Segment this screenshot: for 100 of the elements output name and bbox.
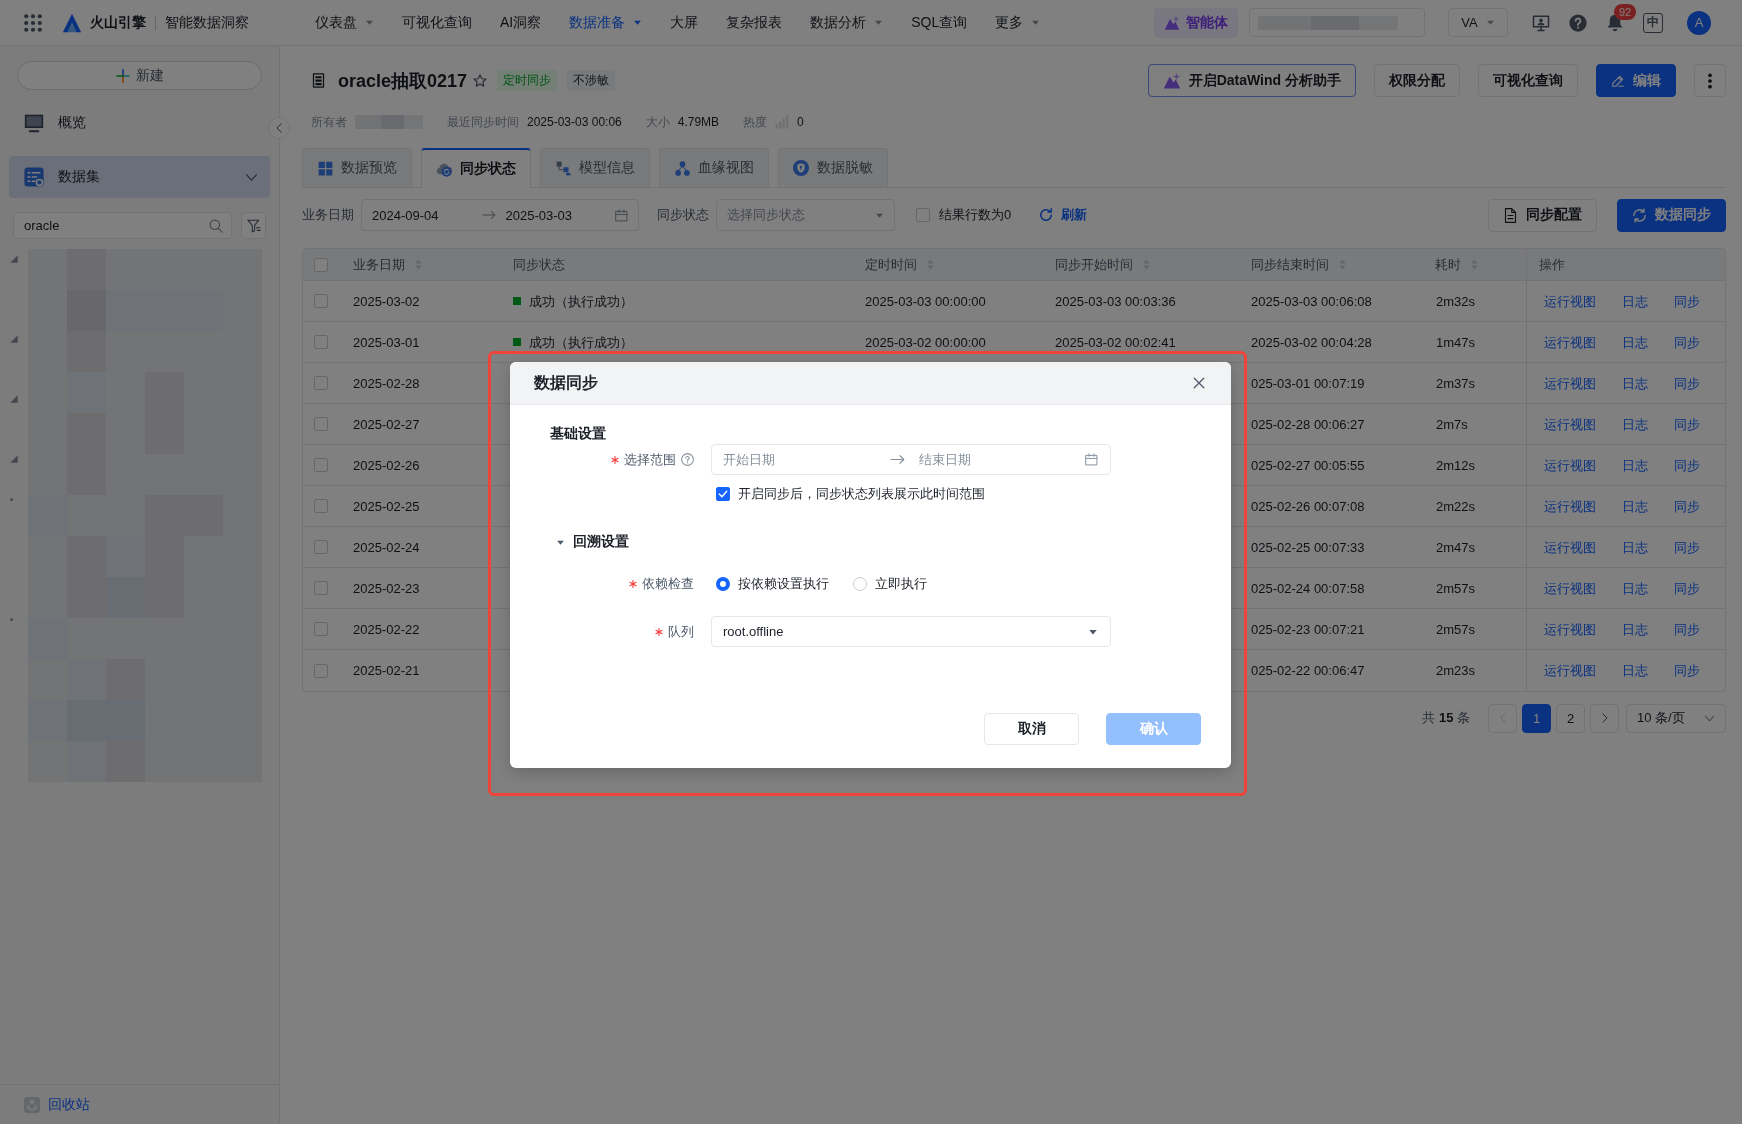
workspace-dropdown[interactable]: VA — [1448, 8, 1508, 37]
language-button[interactable]: 中 — [1643, 12, 1663, 33]
table-cell: 2025-03-03 00:00:00 — [865, 293, 986, 309]
action-link[interactable]: 运行视图 — [1544, 375, 1596, 391]
page-size-select[interactable]: 10 条/页 — [1626, 703, 1726, 733]
nav-item[interactable]: 数据准备 — [569, 13, 643, 32]
more-button[interactable] — [1694, 64, 1726, 97]
search-icon — [209, 218, 224, 233]
action-link[interactable]: 运行视图 — [1544, 334, 1596, 350]
action-link[interactable]: 日志 — [1622, 457, 1648, 473]
avatar[interactable]: A — [1687, 10, 1711, 35]
action-link[interactable]: 日志 — [1622, 580, 1648, 596]
action-link[interactable]: 同步 — [1674, 580, 1700, 596]
nav-item[interactable]: 数据分析 — [810, 13, 884, 32]
checkbox[interactable] — [716, 487, 730, 501]
tab[interactable]: 数据脱敏 — [778, 148, 888, 187]
sync-button[interactable]: 数据同步 — [1617, 198, 1726, 232]
page-button[interactable]: 2 — [1556, 703, 1585, 733]
date-range-field[interactable]: 2024-09-04 2025-03-03 — [361, 199, 639, 231]
meta-label: 大小 — [645, 113, 670, 131]
nav-item[interactable]: 可视化查询 — [402, 13, 472, 32]
brand-name: 火山引擎 — [90, 13, 146, 32]
collapse-button[interactable] — [268, 117, 290, 139]
nav-item[interactable]: 仪表盘 — [315, 13, 374, 32]
action-link[interactable]: 同步 — [1674, 457, 1700, 473]
action-link[interactable]: 日志 — [1622, 416, 1648, 432]
chevron-left-icon — [274, 123, 284, 133]
form-label: 队列 — [668, 622, 694, 641]
radio-button[interactable] — [716, 576, 730, 591]
sidebar-item[interactable]: 概览 — [9, 102, 270, 144]
star-icon[interactable] — [473, 73, 488, 88]
action-link[interactable]: 同步 — [1674, 539, 1700, 555]
nav-item[interactable]: 更多 — [995, 13, 1041, 32]
monitor-user-icon[interactable] — [1532, 13, 1550, 32]
sidebar-item[interactable]: 数据集 — [9, 156, 270, 198]
search-field[interactable]: oracle — [13, 212, 233, 239]
next-page-button[interactable] — [1590, 703, 1619, 733]
action-link[interactable]: 运行视图 — [1544, 293, 1596, 309]
section-toggle[interactable]: 回溯设置 — [556, 532, 629, 552]
status-tag: 不涉敏 — [567, 70, 616, 91]
help-circle-icon[interactable] — [681, 453, 694, 466]
cancel-button[interactable]: 取消 — [984, 713, 1079, 745]
action-link[interactable]: 同步 — [1674, 375, 1700, 391]
table-cell: 2m7s — [1436, 416, 1468, 432]
filter-label: 业务日期 — [302, 206, 354, 224]
close-button[interactable] — [1193, 377, 1205, 389]
nav-item[interactable]: 大屏 — [670, 13, 699, 32]
sparkle-mountain-icon — [1164, 14, 1180, 31]
action-link[interactable]: 运行视图 — [1544, 498, 1596, 514]
dialog-title: 数据同步 — [534, 372, 598, 393]
edit-button[interactable]: 编辑 — [1596, 64, 1676, 97]
caret-down-icon — [1485, 18, 1495, 27]
action-link[interactable]: 运行视图 — [1544, 621, 1596, 637]
action-link[interactable]: 日志 — [1622, 375, 1648, 391]
tab[interactable]: 血缘视图 — [659, 148, 769, 187]
action-link[interactable]: 日志 — [1622, 498, 1648, 514]
notification-badge: 92 — [1614, 3, 1637, 20]
nav-item[interactable]: SQL查询 — [911, 13, 968, 32]
total-count: 共 15 条 — [1422, 709, 1470, 727]
recycle-bin-link[interactable]: 回收站 — [24, 1095, 90, 1114]
action-link[interactable]: 运行视图 — [1544, 580, 1596, 596]
column-header: 同步开始时间 — [1055, 257, 1133, 272]
action-link[interactable]: 日志 — [1622, 621, 1648, 637]
meta-value: 2025-03-03 00:06 — [527, 115, 622, 129]
table-cell: 025-03-01 00:07:19 — [1251, 375, 1365, 391]
radio-label: 立即执行 — [875, 574, 927, 593]
date-range-field[interactable]: 开始日期 结束日期 — [711, 444, 1111, 475]
app-grid-icon[interactable] — [24, 13, 42, 32]
action-link[interactable]: 同步 — [1674, 663, 1700, 678]
action-link[interactable]: 日志 — [1622, 539, 1648, 555]
tab[interactable]: 数据预览 — [302, 148, 412, 187]
nav-item[interactable]: 复杂报表 — [726, 13, 783, 32]
sync-config-button[interactable]: 同步配置 — [1488, 198, 1597, 232]
action-button[interactable]: 权限分配 — [1374, 64, 1460, 97]
action-link[interactable]: 日志 — [1622, 293, 1648, 309]
action-button[interactable]: 可视化查询 — [1478, 64, 1578, 97]
action-link[interactable]: 同步 — [1674, 621, 1700, 637]
action-link[interactable]: 同步 — [1674, 293, 1700, 309]
action-link[interactable]: 运行视图 — [1544, 416, 1596, 432]
action-link[interactable]: 同步 — [1674, 416, 1700, 432]
queue-select[interactable]: root.offline — [711, 616, 1111, 647]
action-link[interactable]: 运行视图 — [1544, 457, 1596, 473]
action-link[interactable]: 日志 — [1622, 663, 1648, 678]
table-cell: 2025-02-27 — [353, 416, 420, 432]
table-grid-icon — [317, 160, 333, 176]
action-link[interactable]: 同步 — [1674, 334, 1700, 350]
action-link[interactable]: 运行视图 — [1544, 539, 1596, 555]
tab[interactable]: 同步状态 — [421, 148, 531, 188]
new-button[interactable]: 新建 — [17, 61, 262, 90]
refresh-link[interactable]: 刷新 — [1039, 206, 1088, 224]
nav-item[interactable]: AI洞察 — [500, 13, 542, 32]
tab[interactable]: 模型信息 — [540, 148, 650, 187]
page-button[interactable]: 1 — [1522, 703, 1551, 733]
agent-button[interactable]: 智能体 — [1154, 7, 1238, 38]
action-link[interactable]: 运行视图 — [1544, 663, 1596, 678]
assistant-button[interactable]: 开启DataWind 分析助手 — [1147, 64, 1356, 97]
filter-button[interactable] — [241, 212, 266, 239]
action-link[interactable]: 同步 — [1674, 498, 1700, 514]
help-icon[interactable] — [1569, 13, 1587, 32]
action-link[interactable]: 日志 — [1622, 334, 1648, 350]
